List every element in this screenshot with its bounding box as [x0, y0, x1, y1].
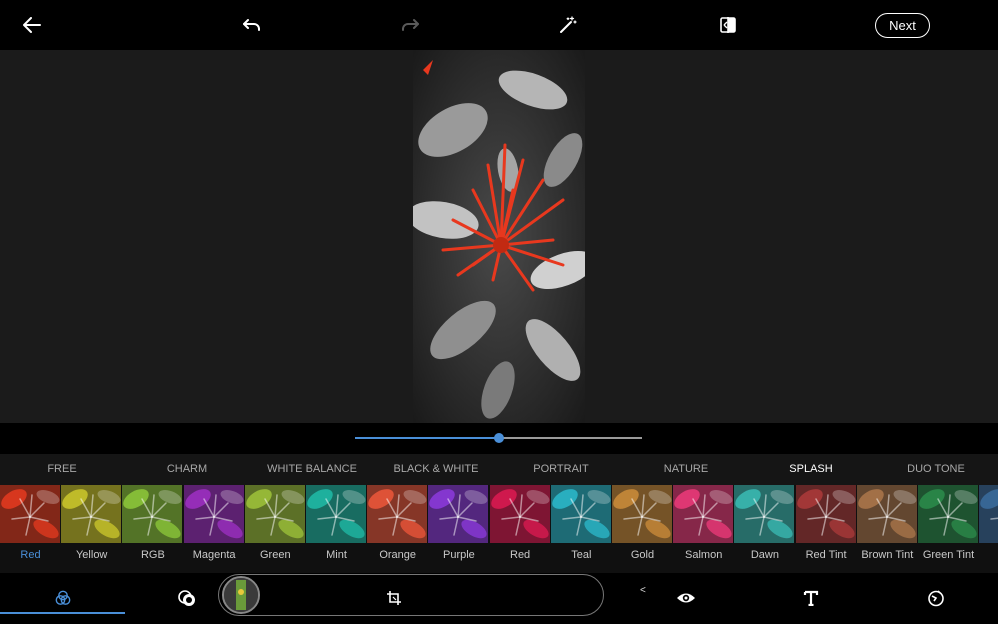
look-label: Gold: [630, 549, 655, 561]
look-preview: [795, 485, 856, 543]
back-arrow-icon[interactable]: [20, 13, 44, 37]
category-portrait[interactable]: PORTRAIT: [533, 454, 588, 485]
look-label: Red: [20, 549, 41, 561]
collapse-button[interactable]: <: [640, 585, 646, 596]
look-label: Orange: [379, 549, 417, 561]
next-button[interactable]: Next: [875, 13, 930, 38]
look-label: RGB: [140, 549, 165, 561]
category-charm[interactable]: CHARM: [167, 454, 207, 485]
bottom-toolbar: <: [0, 573, 998, 624]
look-thumbnail[interactable]: Green Tint: [918, 485, 979, 573]
look-label: Magenta: [192, 549, 236, 561]
look-preview: [244, 485, 305, 543]
look-thumbnails: Red Yellow RGB Magenta Green Mint Orange Purple…: [0, 485, 998, 573]
category-duo-tone[interactable]: DUO TONE: [907, 454, 965, 485]
look-preview: [550, 485, 611, 543]
look-label: Red Tint: [805, 549, 847, 561]
look-thumbnail[interactable]: Gold: [612, 485, 673, 573]
look-preview: [734, 485, 795, 543]
look-preview: [367, 485, 428, 543]
look-label: Dawn: [750, 549, 779, 561]
look-categories: FREE CHARM WHITE BALANCE BLACK & WHITE P…: [0, 454, 998, 485]
look-label: Purple: [442, 549, 475, 561]
look-thumbnail[interactable]: Brown Tint: [856, 485, 918, 573]
look-preview: [673, 485, 734, 543]
look-thumbnail[interactable]: RGB: [122, 485, 183, 573]
slider-thumb[interactable]: [493, 433, 504, 443]
magic-wand-icon[interactable]: [556, 13, 580, 37]
look-thumbnail[interactable]: Teal: [550, 485, 612, 573]
category-nature[interactable]: NATURE: [664, 454, 708, 485]
photo-thumbnail[interactable]: [222, 576, 260, 614]
look-preview: [306, 485, 366, 543]
look-label: Yellow: [75, 549, 108, 561]
look-label: Green Tint: [922, 549, 975, 561]
look-thumbnail[interactable]: Purple: [428, 485, 489, 573]
intensity-slider[interactable]: [355, 433, 642, 443]
look-preview: [979, 485, 998, 543]
top-toolbar: Next: [0, 0, 998, 50]
look-thumbnail[interactable]: Salmon: [673, 485, 734, 573]
look-preview: [428, 485, 489, 543]
look-label: Red: [510, 549, 531, 561]
look-preview: [122, 485, 183, 543]
look-label: Brown Tint: [861, 549, 914, 561]
redo-icon[interactable]: [398, 13, 422, 37]
looks-icon[interactable]: [52, 587, 74, 609]
look-preview: [0, 485, 60, 543]
edited-photo: [413, 50, 585, 423]
compare-icon[interactable]: [716, 13, 740, 37]
look-thumbnail[interactable]: Magenta: [183, 485, 245, 573]
category-white-balance[interactable]: WHITE BALANCE: [267, 454, 357, 485]
look-thumbnail[interactable]: Green: [244, 485, 306, 573]
adjust-icon[interactable]: [176, 587, 198, 609]
look-thumbnail[interactable]: Yellow: [61, 485, 122, 573]
crop-icon[interactable]: [383, 587, 405, 609]
look-label: Green: [260, 549, 291, 561]
look-label: Mint: [326, 549, 347, 561]
category-free[interactable]: FREE: [47, 454, 76, 485]
intensity-slider-area: [0, 423, 998, 454]
look-thumbnail[interactable]: Orange: [367, 485, 428, 573]
active-tool-indicator: [0, 612, 125, 614]
look-thumbnail[interactable]: Red: [0, 485, 61, 573]
look-thumbnail[interactable]: Mint: [306, 485, 367, 573]
look-preview: [61, 485, 122, 543]
look-thumbnail[interactable]: Red Tint: [795, 485, 857, 573]
look-preview: [612, 485, 672, 543]
text-icon[interactable]: [800, 587, 822, 609]
look-label: Salmon: [685, 549, 723, 561]
look-thumbnail[interactable]: Bl: [979, 485, 998, 573]
eye-icon[interactable]: [675, 587, 697, 609]
look-thumbnail[interactable]: Dawn: [734, 485, 795, 573]
look-preview: [489, 485, 550, 543]
slider-fill: [355, 437, 499, 439]
tool-pill: [218, 574, 604, 616]
look-thumbnail[interactable]: Red: [489, 485, 551, 573]
look-preview: [918, 485, 978, 543]
look-label: Bl: [979, 549, 998, 561]
heal-icon[interactable]: [925, 587, 947, 609]
undo-icon[interactable]: [240, 13, 264, 37]
look-preview: [856, 485, 917, 543]
photo-canvas[interactable]: [0, 50, 998, 423]
look-label: Teal: [571, 549, 592, 561]
category-splash[interactable]: SPLASH: [789, 454, 832, 485]
look-preview: [183, 485, 244, 543]
category-black-white[interactable]: BLACK & WHITE: [394, 454, 479, 485]
